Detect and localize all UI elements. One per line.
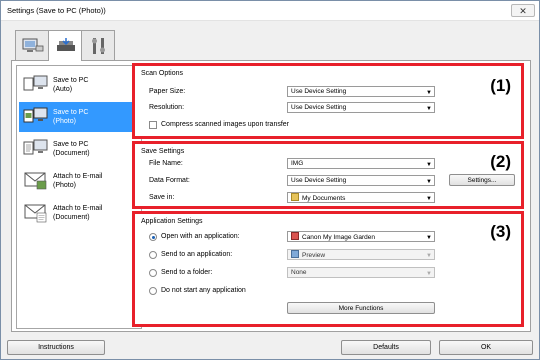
more-functions-button[interactable]: More Functions	[287, 302, 435, 314]
folder-icon	[291, 193, 299, 201]
chevron-down-icon: ▼	[426, 106, 432, 112]
general-settings-tab[interactable]	[81, 30, 115, 60]
send-to-app-value: Preview	[302, 252, 326, 259]
sidebar-item-attach-email-photo[interactable]: Attach to E-mail (Photo)	[19, 166, 141, 196]
save-to-pc-photo-icon	[23, 107, 48, 123]
scanner-icon	[57, 38, 75, 51]
send-to-folder-radio[interactable]	[149, 269, 157, 277]
window-title: Settings (Save to PC (Photo))	[7, 6, 106, 15]
section-number-3: (3)	[490, 222, 511, 241]
save-to-pc-document-icon	[23, 139, 48, 155]
save-in-select[interactable]: My Documents ▼	[287, 192, 435, 203]
compress-checkbox[interactable]	[149, 121, 157, 129]
file-name-label: File Name:	[149, 160, 183, 167]
do-not-start-label: Do not start any application	[161, 287, 246, 294]
ok-button[interactable]: OK	[439, 340, 533, 355]
compress-label: Compress scanned images upon transfer	[161, 121, 290, 128]
save-settings-section: Save Settings (2) File Name: IMG ▼ Data …	[132, 141, 524, 209]
scan-options-title: Scan Options	[141, 70, 184, 77]
sidebar-item-sublabel: (Auto)	[53, 86, 73, 93]
send-to-app-select[interactable]: Preview ▼	[287, 249, 435, 260]
sidebar-item-save-to-pc-document[interactable]: Save to PC (Document)	[19, 134, 141, 164]
file-name-combo[interactable]: IMG ▼	[287, 158, 435, 169]
paper-size-value: Use Device Setting	[291, 88, 347, 95]
file-name-value: IMG	[291, 160, 304, 167]
chevron-down-icon: ▼	[426, 196, 432, 202]
scan-options-section: Scan Options (1) Paper Size: Use Device …	[132, 63, 524, 139]
sidebar-item-save-to-pc-auto[interactable]: Save to PC (Auto)	[19, 70, 141, 100]
open-with-app-value: Canon My Image Garden	[302, 234, 375, 241]
preview-icon	[291, 250, 299, 258]
open-with-app-radio[interactable]	[149, 233, 157, 241]
scan-type-list: Save to PC (Auto) Save to PC (Photo) Sav…	[16, 65, 142, 329]
instructions-button[interactable]: Instructions	[7, 340, 105, 355]
send-to-app-label: Send to an application:	[161, 251, 233, 258]
data-format-value: Use Device Setting	[291, 177, 347, 184]
open-with-app-select[interactable]: Canon My Image Garden ▼	[287, 231, 435, 242]
save-in-label: Save in:	[149, 194, 175, 201]
chevron-down-icon: ▼	[426, 179, 432, 185]
sidebar-item-label: Attach to E-mail	[53, 205, 103, 212]
chevron-down-icon: ▼	[426, 253, 432, 259]
chevron-down-icon: ▼	[426, 162, 432, 168]
tab-panel: Save to PC (Auto) Save to PC (Photo) Sav…	[11, 60, 531, 332]
save-settings-title: Save Settings	[141, 148, 185, 155]
paper-size-select[interactable]: Use Device Setting ▼	[287, 86, 435, 97]
chevron-down-icon: ▼	[426, 235, 432, 241]
sidebar-item-save-to-pc-photo[interactable]: Save to PC (Photo)	[19, 102, 141, 132]
save-in-value: My Documents	[302, 195, 346, 202]
email-photo-icon	[24, 172, 47, 190]
application-settings-section: Application Settings (3) Open with an ap…	[132, 211, 524, 327]
sidebar-item-sublabel: (Photo)	[53, 182, 76, 189]
sidebar-item-sublabel: (Document)	[53, 150, 90, 157]
sidebar-item-label: Save to PC	[53, 141, 89, 148]
send-to-folder-value: None	[291, 269, 307, 276]
tools-icon	[92, 38, 105, 54]
sidebar-item-label: Save to PC	[53, 109, 89, 116]
settings-button[interactable]: Settings...	[449, 174, 515, 186]
data-format-label: Data Format:	[149, 177, 190, 184]
send-to-folder-select[interactable]: None ▼	[287, 267, 435, 278]
send-to-app-radio[interactable]	[149, 251, 157, 259]
close-button[interactable]: ✕	[511, 4, 535, 17]
chevron-down-icon: ▼	[426, 90, 432, 96]
app-icon	[291, 232, 299, 240]
save-to-pc-auto-icon	[23, 75, 48, 91]
title-bar: Settings (Save to PC (Photo)) ✕	[1, 1, 539, 21]
chevron-down-icon: ▼	[426, 271, 432, 277]
sidebar-item-label: Attach to E-mail	[53, 173, 103, 180]
sidebar-item-attach-email-document[interactable]: Attach to E-mail (Document)	[19, 198, 141, 228]
do-not-start-radio[interactable]	[149, 287, 157, 295]
section-number-2: (2)	[490, 152, 511, 171]
scan-from-panel-tab[interactable]	[48, 30, 82, 61]
sidebar-item-sublabel: (Photo)	[53, 118, 76, 125]
scan-from-computer-tab[interactable]	[15, 30, 49, 60]
email-document-icon	[24, 204, 47, 223]
sidebar-item-label: Save to PC	[53, 77, 89, 84]
resolution-value: Use Device Setting	[291, 104, 347, 111]
open-with-app-label: Open with an application:	[161, 233, 240, 240]
paper-size-label: Paper Size:	[149, 88, 186, 95]
application-settings-title: Application Settings	[141, 218, 203, 225]
send-to-folder-label: Send to a folder:	[161, 269, 213, 276]
resolution-select[interactable]: Use Device Setting ▼	[287, 102, 435, 113]
scanner-computer-icon	[22, 38, 44, 52]
section-number-1: (1)	[490, 76, 511, 95]
sidebar-item-sublabel: (Document)	[53, 214, 90, 221]
defaults-button[interactable]: Defaults	[341, 340, 431, 355]
resolution-label: Resolution:	[149, 104, 185, 111]
settings-dialog: Settings (Save to PC (Photo)) ✕ Save to …	[0, 0, 540, 360]
data-format-select[interactable]: Use Device Setting ▼	[287, 175, 435, 186]
